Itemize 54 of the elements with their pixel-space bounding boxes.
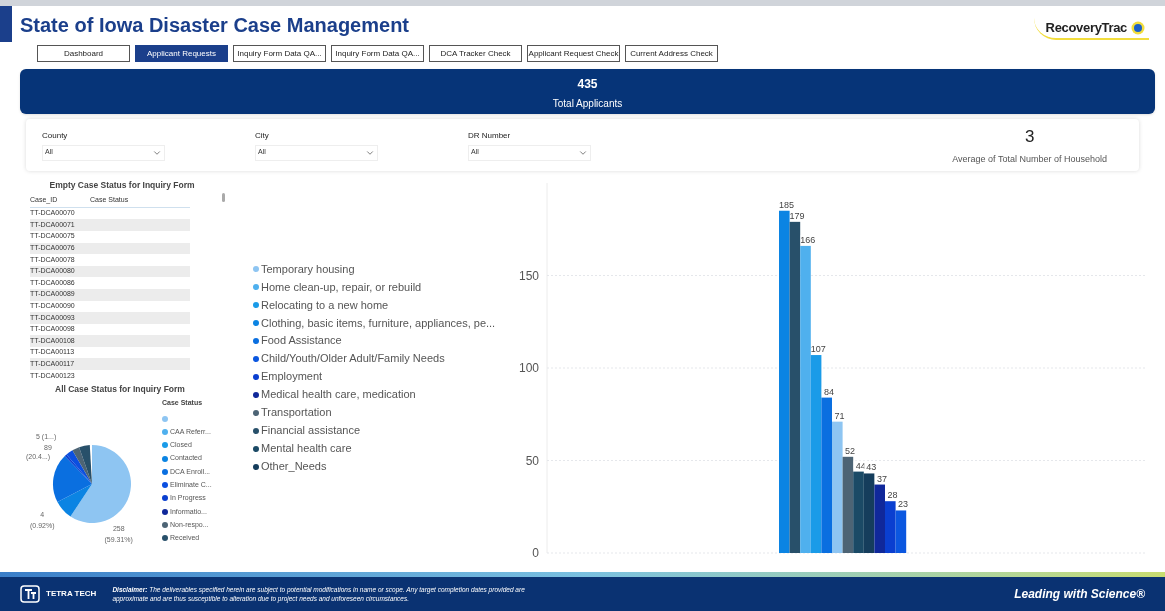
y-tick-label: 150 bbox=[518, 268, 539, 283]
bar-value-label: 28 bbox=[887, 490, 898, 501]
legend-label: Medical health care, medication bbox=[261, 387, 416, 403]
scrollbar-thumb[interactable] bbox=[222, 193, 225, 202]
nav-tab[interactable]: Applicant Requests bbox=[135, 45, 228, 62]
filter-label: City bbox=[255, 129, 269, 142]
dashboard-title: State of Iowa Disaster Case Management bbox=[20, 13, 409, 37]
legend-label: Employment bbox=[261, 369, 323, 385]
nav-tab[interactable]: Dashboard bbox=[37, 45, 130, 62]
bar-value-label: 52 bbox=[845, 445, 856, 456]
legend-label: Clothing, basic items, furniture, appliances, pe... bbox=[261, 315, 496, 331]
legend-label: Food Assistance bbox=[261, 333, 342, 349]
recoverytrac-logo: RecoveryTrac bbox=[1033, 18, 1149, 40]
legend-label: Temporary housing bbox=[261, 261, 355, 277]
nav-tab[interactable]: Current Address Check bbox=[625, 45, 718, 62]
bar-value-label: 179 bbox=[789, 210, 805, 221]
bar bbox=[874, 484, 885, 553]
household-label: Average of Total Number of Household bbox=[952, 152, 1107, 166]
bar-value-label: 84 bbox=[823, 386, 834, 397]
bar-value-label: 71 bbox=[834, 410, 845, 421]
tagline: Leading with Science® bbox=[1014, 586, 1145, 603]
filter-label: DR Number bbox=[468, 129, 511, 142]
bar-value-label: 185 bbox=[779, 199, 794, 210]
bar-value-label: 43 bbox=[866, 462, 877, 473]
legend-label: Mental health care bbox=[261, 441, 352, 457]
y-tick-label: 50 bbox=[525, 453, 539, 468]
table-title: Empty Case Status for Inquiry Form bbox=[49, 179, 195, 192]
household-value: 3 bbox=[1024, 126, 1035, 148]
legend-label: Transportation bbox=[261, 405, 332, 421]
bar-value-label: 37 bbox=[876, 473, 887, 484]
bar-value-label: 44 bbox=[855, 460, 866, 471]
y-tick-label: 100 bbox=[518, 361, 539, 375]
header-accent-bar bbox=[0, 6, 12, 42]
company-name: TETRA TECH bbox=[46, 588, 97, 600]
legend-label: Financial assistance bbox=[261, 423, 361, 439]
filter-label: County bbox=[42, 129, 68, 142]
legend-label: Other_Needs bbox=[261, 459, 327, 475]
legend-label: Relocating to a new home bbox=[261, 297, 389, 313]
legend-label: Home clean-up, repair, or rebuild bbox=[261, 279, 422, 295]
total-applicants-value: 435 bbox=[577, 76, 598, 93]
legend-label: Child/Youth/Older Adult/Family Needs bbox=[261, 351, 445, 367]
bar bbox=[895, 510, 907, 553]
nav-tab[interactable]: DCA Tracker Check bbox=[429, 45, 522, 62]
nav-tab[interactable]: Inquiry Form Data QA... bbox=[233, 45, 326, 62]
bar-value-label: 107 bbox=[810, 344, 826, 355]
bar-value-label: 166 bbox=[800, 234, 816, 245]
chart-title: All Case Status for Inquiry Form bbox=[55, 382, 186, 396]
total-applicants-label: Total Applicants bbox=[552, 97, 623, 111]
y-tick-label: 0 bbox=[532, 546, 539, 560]
nav-tab[interactable]: Inquiry Form Data QA... bbox=[331, 45, 424, 62]
company-logo-icon bbox=[20, 585, 40, 603]
bar-value-label: 23 bbox=[898, 499, 909, 510]
nav-tab[interactable]: Applicant Request Check bbox=[527, 45, 620, 62]
bar bbox=[885, 501, 896, 553]
